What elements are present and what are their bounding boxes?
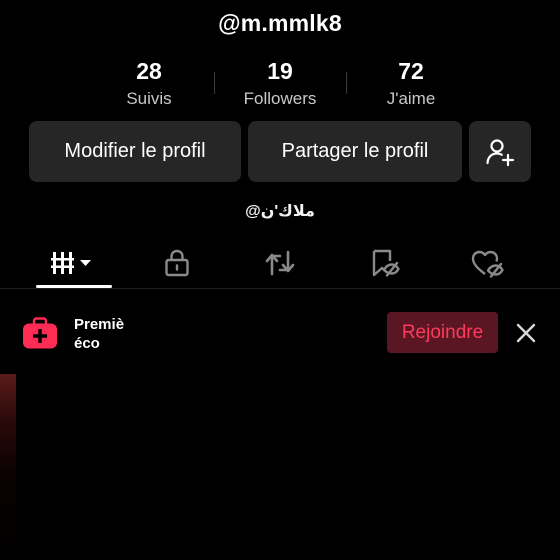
stat-following-label: Suivis bbox=[126, 89, 172, 108]
share-profile-button[interactable]: Partager le profil bbox=[248, 121, 462, 182]
add-friend-button[interactable] bbox=[469, 121, 531, 182]
tab-videos[interactable] bbox=[26, 240, 122, 288]
stat-following[interactable]: 28 Suivis bbox=[79, 58, 219, 109]
person-plus-icon bbox=[486, 138, 515, 166]
stat-likes[interactable]: 72 J'aime bbox=[341, 58, 481, 109]
repost-icon bbox=[265, 250, 295, 276]
stat-followers-count: 19 bbox=[267, 58, 293, 84]
stat-followers[interactable]: 19 Followers bbox=[210, 58, 350, 109]
edit-profile-button[interactable]: Modifier le profil bbox=[29, 121, 241, 182]
stat-following-count: 28 bbox=[136, 58, 162, 84]
join-button[interactable]: Rejoindre bbox=[387, 312, 498, 353]
stat-likes-count: 72 bbox=[398, 58, 424, 84]
banner-text-overlay bbox=[140, 314, 290, 354]
profile-tabs bbox=[0, 240, 560, 289]
grid-dropdown-icon bbox=[51, 252, 91, 274]
profile-username: @m.mmlk8 bbox=[218, 10, 342, 36]
premium-plus-icon bbox=[23, 317, 57, 349]
bookmark-hidden-icon bbox=[372, 249, 400, 277]
stat-likes-label: J'aime bbox=[386, 89, 436, 108]
profile-bio: @ملاك'ن bbox=[245, 203, 315, 220]
stat-followers-label: Followers bbox=[243, 89, 317, 108]
profile-stats: 28 Suivis 19 Followers 72 J'aime bbox=[0, 58, 560, 114]
lock-icon bbox=[165, 249, 189, 277]
tab-liked[interactable] bbox=[439, 240, 535, 286]
close-icon[interactable] bbox=[514, 321, 538, 345]
tab-reposts[interactable] bbox=[232, 240, 328, 286]
tab-favorites[interactable] bbox=[336, 240, 432, 286]
tab-private[interactable] bbox=[129, 240, 225, 286]
video-thumbnail-edge[interactable] bbox=[0, 374, 16, 560]
premium-banner: Premiè éco Rejoindre bbox=[0, 300, 560, 366]
heart-hidden-icon bbox=[471, 250, 504, 278]
